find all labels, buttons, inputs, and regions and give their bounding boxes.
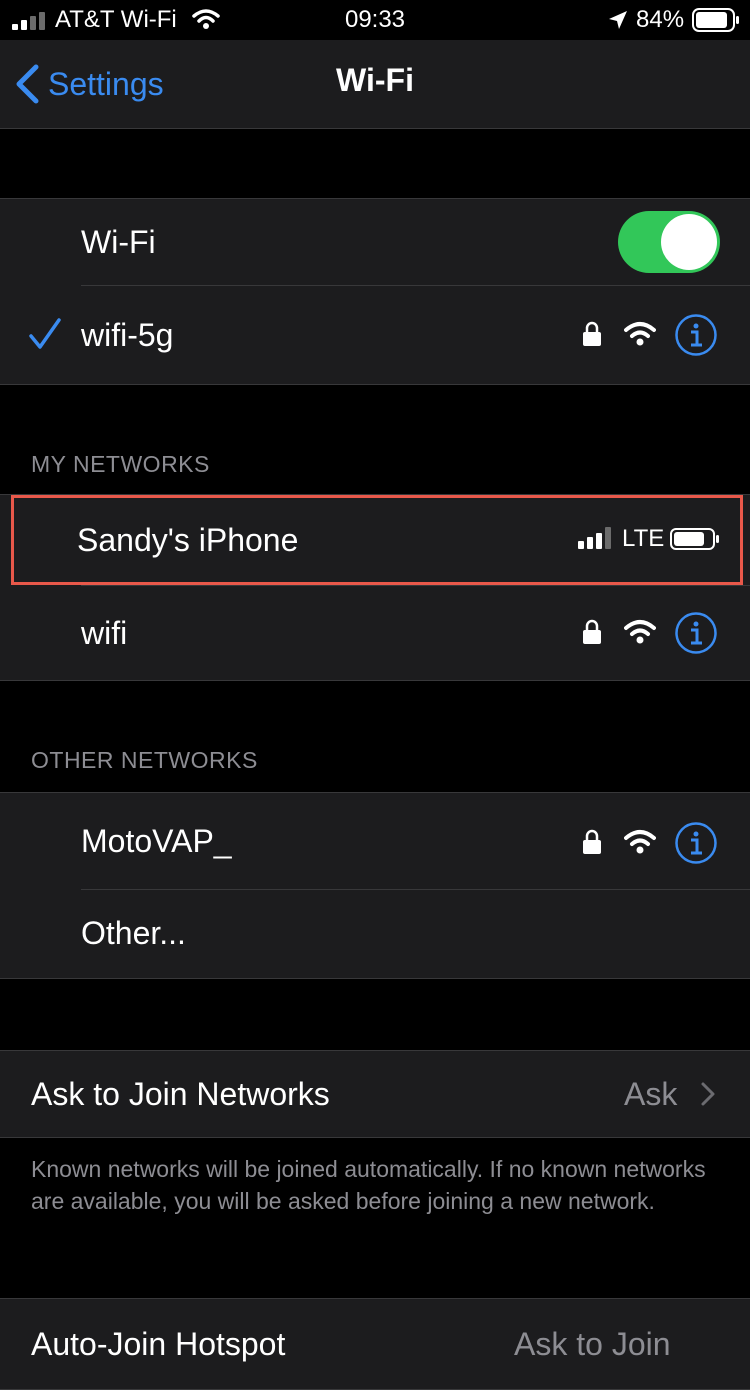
my-networks-header: MY NETWORKS [31,451,210,477]
ask-to-join-value: Ask [624,1076,678,1112]
auto-join-hotspot-group: Auto-Join Hotspot Ask to Join [0,1298,750,1390]
battery-icon [692,8,739,32]
network-name: MotoVAP_ [81,823,232,859]
info-icon[interactable] [674,611,718,655]
checkmark-icon [29,318,61,349]
wifi-group: Wi-Fi wifi-5g [0,198,750,385]
ask-to-join-group: Ask to Join Networks Ask [0,1050,750,1138]
wifi-toggle-switch[interactable] [618,211,720,273]
my-networks-group: Sandy's iPhone LTE wifi [0,494,750,681]
page-title: Wi-Fi [336,62,414,98]
location-arrow-icon [609,11,627,29]
battery-percent: 84% [636,6,685,33]
auto-join-hotspot-value: Ask to Join [514,1326,671,1362]
wifi-signal-icon [624,620,656,644]
connected-network-row[interactable]: wifi-5g [0,287,750,383]
wifi-signal-icon [624,322,656,346]
wifi-toggle-label: Wi-Fi [81,224,156,260]
ask-to-join-row[interactable]: Ask to Join Networks Ask [0,1051,750,1137]
lock-icon [583,321,601,346]
separator [81,285,750,286]
info-icon[interactable] [674,313,718,357]
other-networks-header: OTHER NETWORKS [31,747,258,773]
lock-icon [583,829,601,854]
toggle-knob [661,214,717,270]
status-bar: AT&T Wi-Fi 09:33 84% [0,0,750,40]
network-row-motovap[interactable]: MotoVAP_ [0,793,750,889]
highlight-box [11,495,743,585]
auto-join-hotspot-label: Auto-Join Hotspot [31,1326,286,1362]
chevron-right-icon [701,1082,715,1106]
wifi-toggle-row: Wi-Fi [0,199,750,295]
navigation-bar: Settings Wi-Fi [0,40,750,129]
other-networks-group: MotoVAP_ Other... [0,792,750,979]
auto-join-hotspot-row[interactable]: Auto-Join Hotspot Ask to Join [0,1299,750,1389]
network-name: wifi [81,615,128,651]
ask-to-join-description: Known networks will be joined automatica… [31,1156,706,1214]
wifi-signal-icon [624,830,656,854]
other-network-label: Other... [81,915,186,951]
network-name: wifi-5g [81,317,174,353]
lock-icon [583,619,601,644]
network-row-other[interactable]: Other... [0,889,750,977]
info-icon[interactable] [674,821,718,865]
ask-to-join-label: Ask to Join Networks [31,1076,330,1112]
network-row-wifi[interactable]: wifi [0,585,750,681]
